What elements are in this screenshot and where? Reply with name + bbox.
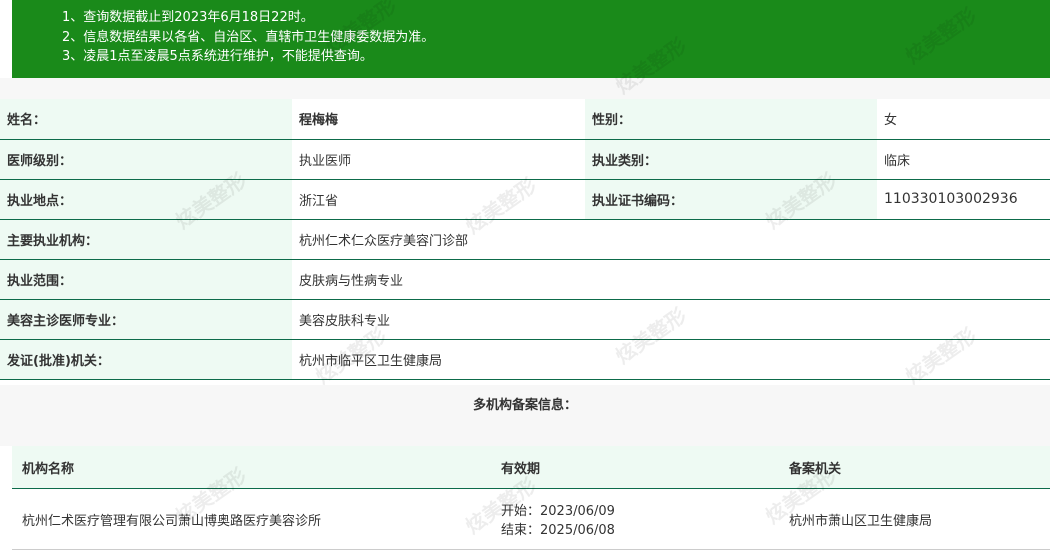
table-row: 医师级别： 执业医师 执业类别： 临床	[0, 139, 1050, 180]
validity: 开始：2023/06/09 结束：2025/06/08	[491, 488, 779, 550]
name-label: 姓名：	[0, 99, 292, 140]
table-row: 执业地点： 浙江省 执业证书编码： 110330103002936	[0, 179, 1050, 220]
location-label: 执业地点：	[0, 179, 292, 220]
cosmetic-label: 美容主诊医师专业：	[0, 299, 292, 340]
col-header-authority: 备案机关	[779, 446, 1050, 489]
notice-line-2: 2、信息数据结果以各省、自治区、直辖市卫生健康委数据为准。	[62, 29, 435, 45]
table-row: 杭州仁术医疗管理有限公司萧山博奥路医疗美容诊所 开始：2023/06/09 结束…	[12, 488, 1050, 550]
level-label: 医师级别：	[0, 139, 292, 180]
level-value: 执业医师	[292, 139, 585, 180]
authority: 杭州市萧山区卫生健康局	[779, 488, 1050, 550]
cosmetic-value: 美容皮肤科专业	[292, 299, 1050, 340]
institution-value: 杭州仁术仁众医疗美容门诊部	[292, 219, 1050, 260]
cert-value: 110330103002936	[877, 179, 1050, 220]
scope-label: 执业范围：	[0, 259, 292, 300]
location-value: 浙江省	[292, 179, 585, 220]
category-label: 执业类别：	[585, 139, 877, 180]
col-header-validity: 有效期	[491, 446, 779, 489]
table-header-row: 机构名称 有效期 备案机关	[12, 446, 1050, 489]
notice-line-3: 3、凌晨1点至凌晨5点系统进行维护，不能提供查询。	[62, 49, 373, 64]
cert-label: 执业证书编码：	[585, 179, 877, 220]
institution-label: 主要执业机构：	[0, 219, 292, 260]
category-value: 临床	[877, 139, 1050, 180]
multi-institution-title: 多机构备案信息：	[0, 385, 1050, 425]
validity-start: 开始：2023/06/09	[501, 504, 615, 519]
notice-line-1: 1、查询数据截止到2023年6月18日22时。	[62, 10, 314, 25]
table-row: 姓名： 程梅梅 性别： 女	[0, 99, 1050, 140]
notice-banner: 1、查询数据截止到2023年6月18日22时。 2、信息数据结果以各省、自治区、…	[12, 0, 1050, 78]
name-value: 程梅梅	[292, 99, 585, 140]
col-header-org: 机构名称	[12, 446, 491, 489]
validity-end: 结束：2025/06/08	[501, 523, 615, 538]
table-row: 执业范围： 皮肤病与性病专业	[0, 259, 1050, 300]
table-row: 美容主诊医师专业： 美容皮肤科专业	[0, 299, 1050, 340]
doctor-info-table: 姓名： 程梅梅 性别： 女 医师级别： 执业医师 执业类别： 临床 执业地点： …	[0, 99, 1050, 380]
gender-label: 性别：	[585, 99, 877, 140]
spacer	[0, 425, 1050, 446]
scope-value: 皮肤病与性病专业	[292, 259, 1050, 300]
org-name: 杭州仁术医疗管理有限公司萧山博奥路医疗美容诊所	[12, 488, 491, 550]
table-row: 主要执业机构： 杭州仁术仁众医疗美容门诊部	[0, 219, 1050, 260]
issuer-value: 杭州市临平区卫生健康局	[292, 339, 1050, 380]
spacer	[0, 78, 1050, 99]
gender-value: 女	[877, 99, 1050, 140]
table-row: 发证(批准)机关： 杭州市临平区卫生健康局	[0, 339, 1050, 380]
issuer-label: 发证(批准)机关：	[0, 339, 292, 380]
multi-institution-table: 机构名称 有效期 备案机关 杭州仁术医疗管理有限公司萧山博奥路医疗美容诊所 开始…	[12, 446, 1050, 550]
